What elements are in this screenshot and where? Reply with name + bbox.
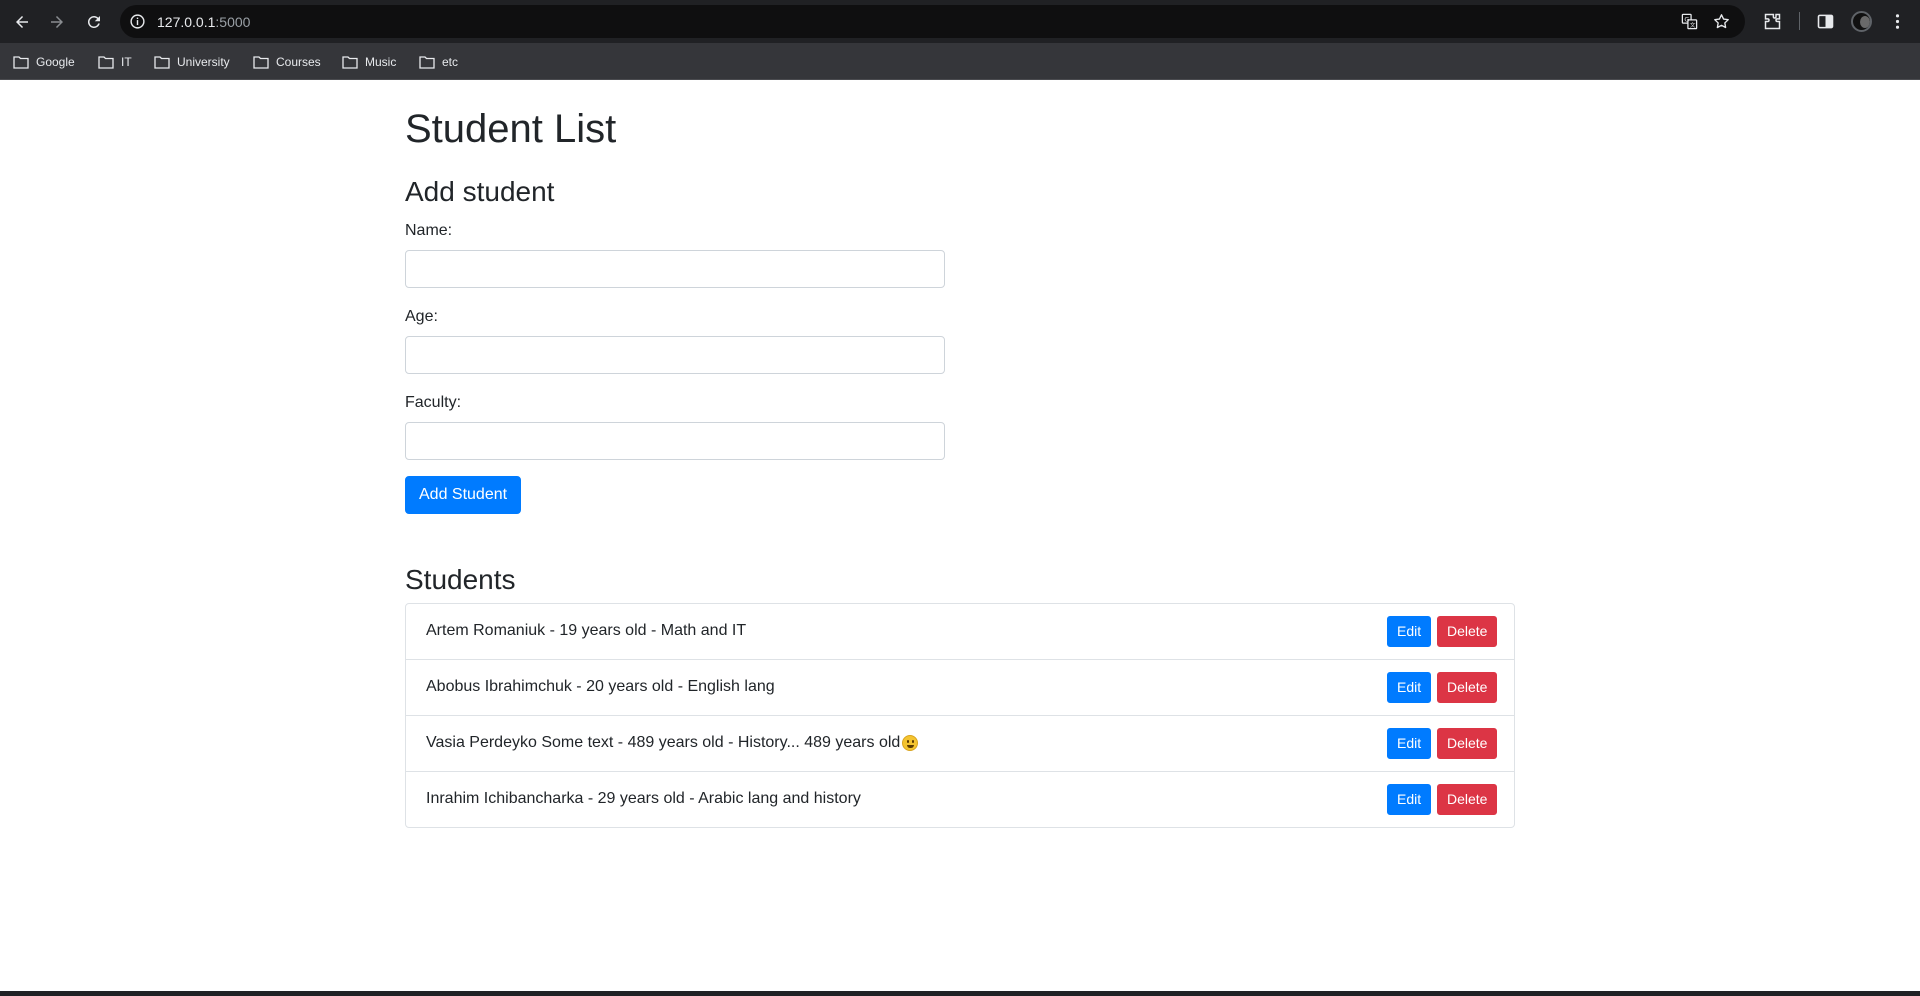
- name-label: Name:: [405, 222, 453, 239]
- student-text: Inrahim Ichibancharka - 29 years old - A…: [426, 790, 861, 807]
- url-text: 127.0.0.1:5000: [157, 14, 251, 30]
- back-button[interactable]: [10, 10, 34, 34]
- delete-button[interactable]: Delete: [1437, 616, 1498, 647]
- bookmark-music[interactable]: Music: [342, 52, 396, 72]
- edit-button[interactable]: Edit: [1387, 784, 1432, 815]
- faculty-input[interactable]: [405, 422, 945, 460]
- list-item: Inrahim Ichibancharka - 29 years old - A…: [406, 772, 1514, 827]
- student-text: Vasia Perdeyko Some text - 489 years old…: [426, 733, 919, 753]
- browser-toolbar: 127.0.0.1:5000 G文: [0, 0, 1920, 43]
- reload-button[interactable]: [82, 10, 106, 34]
- bookmark-google[interactable]: Google: [13, 52, 75, 72]
- extensions-icon[interactable]: [1762, 11, 1783, 32]
- reload-icon: [87, 15, 100, 28]
- bookmark-courses[interactable]: Courses: [253, 52, 321, 72]
- more-menu-icon[interactable]: [1887, 11, 1908, 32]
- toolbar-divider: [1799, 12, 1800, 30]
- add-student-button[interactable]: Add Student: [405, 476, 522, 514]
- folder-icon: [154, 56, 170, 69]
- arrow-left-icon: [16, 16, 28, 28]
- star-icon[interactable]: [1712, 12, 1731, 31]
- folder-icon: [342, 56, 358, 69]
- page-viewport: Student List Add student Name: Age: Facu…: [0, 80, 1920, 991]
- delete-button[interactable]: Delete: [1437, 728, 1498, 759]
- student-text: Artem Romaniuk - 19 years old - Math and…: [426, 622, 747, 639]
- list-item: Vasia Perdeyko Some text - 489 years old…: [406, 716, 1514, 772]
- arrow-right-icon: [51, 16, 63, 28]
- forward-button[interactable]: [45, 10, 69, 34]
- bookmark-university[interactable]: University: [154, 52, 230, 72]
- avatar[interactable]: [1851, 11, 1872, 32]
- delete-button[interactable]: Delete: [1437, 672, 1498, 703]
- list-item: Artem Romaniuk - 19 years old - Math and…: [406, 604, 1514, 660]
- folder-icon: [253, 56, 269, 69]
- site-info-icon[interactable]: [129, 13, 146, 30]
- grinning-face-emoji-icon: [902, 735, 919, 751]
- folder-icon: [13, 56, 29, 69]
- students-heading: Students: [405, 564, 516, 595]
- delete-button[interactable]: Delete: [1437, 784, 1498, 815]
- faculty-label: Faculty:: [405, 394, 462, 411]
- add-student-heading: Add student: [405, 176, 555, 207]
- bookmark-it[interactable]: IT: [98, 52, 132, 72]
- address-bar[interactable]: 127.0.0.1:5000 G文: [120, 5, 1745, 38]
- age-label: Age:: [405, 308, 438, 325]
- name-input[interactable]: [405, 250, 945, 288]
- edit-button[interactable]: Edit: [1387, 672, 1432, 703]
- folder-icon: [419, 56, 435, 69]
- student-text: Abobus Ibrahimchuk - 20 years old - Engl…: [426, 678, 775, 695]
- list-item: Abobus Ibrahimchuk - 20 years old - Engl…: [406, 660, 1514, 716]
- age-input[interactable]: [405, 336, 945, 374]
- student-list: Artem Romaniuk - 19 years old - Math and…: [405, 603, 1515, 828]
- folder-icon: [98, 56, 114, 69]
- edit-button[interactable]: Edit: [1387, 616, 1432, 647]
- translate-icon[interactable]: G文: [1680, 12, 1699, 31]
- edit-button[interactable]: Edit: [1387, 728, 1432, 759]
- page-title: Student List: [405, 107, 617, 151]
- bookmarks-bar: Google IT University Courses Music etc: [0, 43, 1920, 80]
- bookmark-etc[interactable]: etc: [419, 52, 458, 72]
- svg-text:G: G: [1684, 17, 1689, 24]
- bottom-edge: [0, 991, 1920, 996]
- side-panel-icon[interactable]: [1815, 11, 1836, 32]
